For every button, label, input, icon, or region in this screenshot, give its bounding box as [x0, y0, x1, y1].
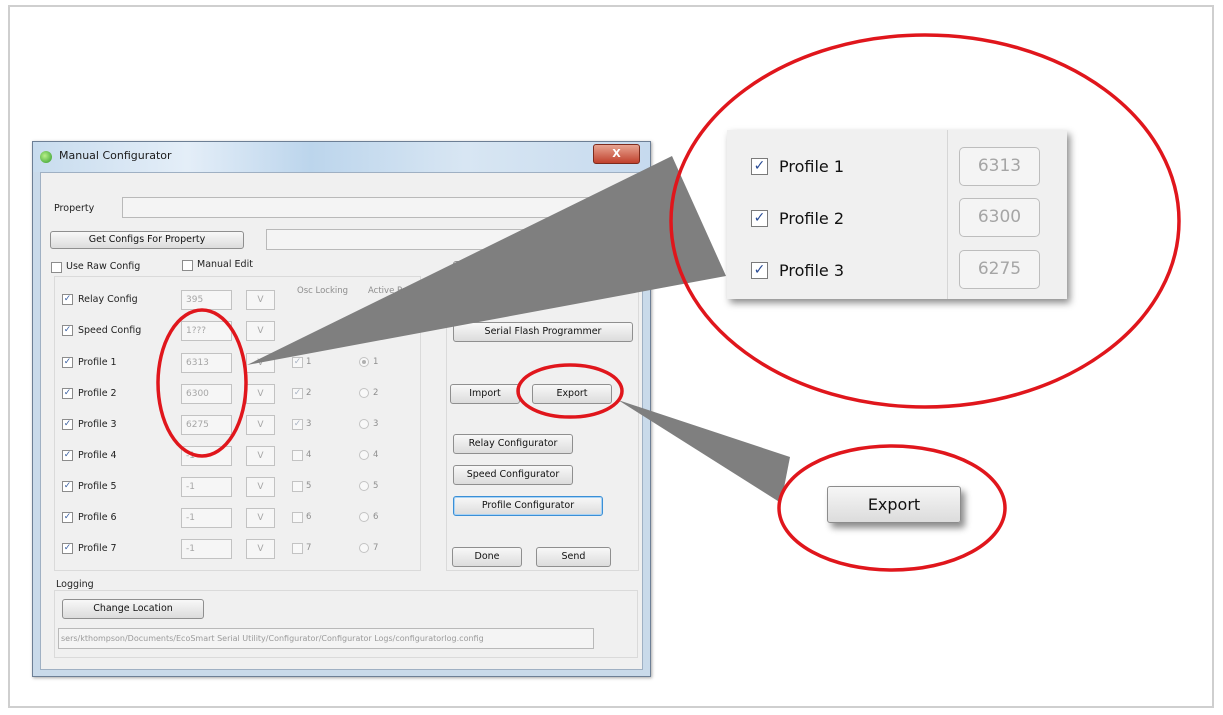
zoom-circles-overlay [669, 33, 1181, 572]
zoom-highlight-circle [669, 33, 1181, 409]
export-zoom-highlight-circle [777, 444, 1007, 572]
